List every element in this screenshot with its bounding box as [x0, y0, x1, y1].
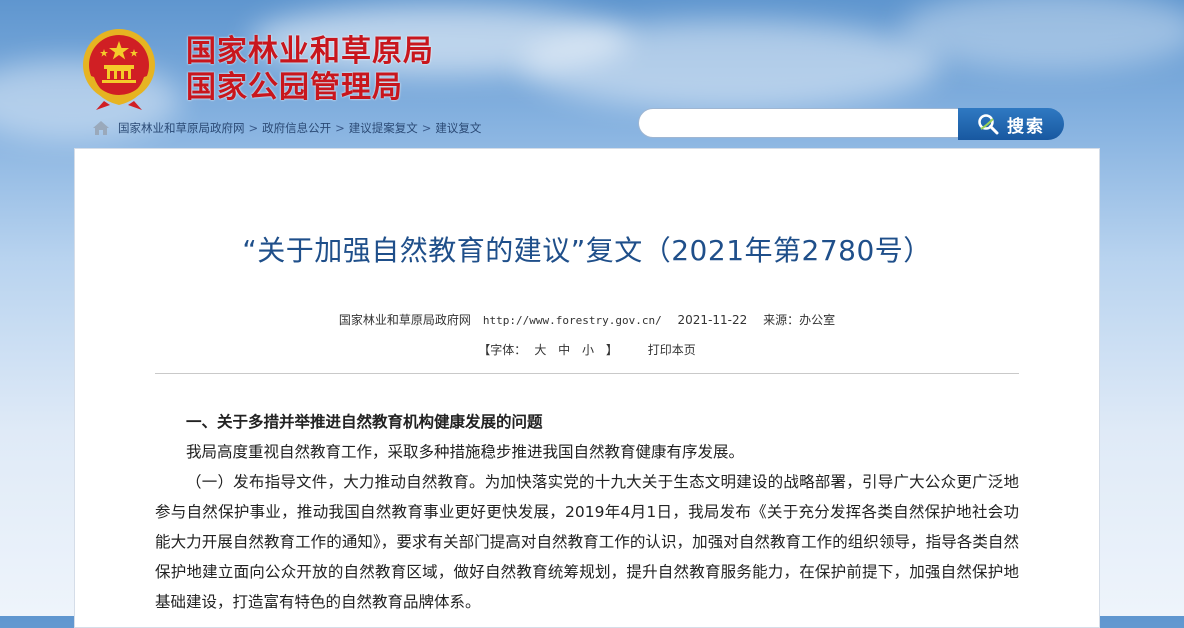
agency-name-line2: 国家公园管理局: [186, 70, 403, 105]
font-size-small-button[interactable]: 小: [582, 343, 594, 357]
breadcrumb: 国家林业和草原局政府网 > 政府信息公开 > 建议提案复文 > 建议复文: [92, 120, 481, 136]
article-paragraph: （一）发布指导文件，大力推动自然教育。为加快落实党的十九大关于生态文明建设的战略…: [155, 473, 1019, 611]
breadcrumb-separator: >: [421, 121, 432, 135]
home-icon[interactable]: [92, 120, 110, 136]
article-tools: 【字体： 大 中 小 】 打印本页: [75, 341, 1099, 358]
article-body: 一、关于多措并举推进自然教育机构健康发展的问题 我局高度重视自然教育工作，采取多…: [155, 407, 1019, 617]
article-panel: “关于加强自然教育的建议”复文（2021年第2780号） 国家林业和草原局政府网…: [74, 148, 1100, 628]
search-icon: [978, 114, 999, 135]
agency-name: 国家林业和草原局 国家公园管理局: [186, 34, 434, 106]
section-heading: 一、关于多措并举推进自然教育机构健康发展的问题: [186, 413, 543, 431]
article-source: 国家林业和草原局政府网: [338, 313, 471, 327]
national-emblem-icon: [83, 29, 155, 110]
breadcrumb-item-suggestion-replies[interactable]: 建议复文: [435, 120, 481, 136]
article-url: http://www.forestry.gov.cn/: [482, 314, 662, 327]
font-size-label-open: 【字体：: [478, 343, 527, 357]
print-page-button[interactable]: 打印本页: [648, 343, 696, 357]
breadcrumb-separator: >: [248, 121, 259, 135]
article-date: 2021-11-22: [677, 313, 748, 327]
article-paragraph: 我局高度重视自然教育工作，采取多种措施稳步推进我国自然教育健康有序发展。: [186, 443, 745, 461]
search-bar: 搜索: [638, 108, 1064, 140]
divider: [155, 373, 1019, 374]
breadcrumb-item-proposal-replies[interactable]: 建议提案复文: [349, 120, 418, 136]
article-meta: 国家林业和草原局政府网 http://www.forestry.gov.cn/ 2…: [75, 311, 1099, 328]
breadcrumb-separator: >: [335, 121, 345, 135]
search-button[interactable]: 搜索: [958, 108, 1064, 140]
agency-name-line1: 国家林业和草原局: [186, 34, 434, 69]
article-origin: 来源：办公室: [763, 313, 836, 327]
font-size-medium-button[interactable]: 中: [558, 343, 570, 357]
search-button-label: 搜索: [1007, 116, 1045, 137]
breadcrumb-item-info-public[interactable]: 政府信息公开: [262, 120, 331, 136]
font-size-label-close: 】: [605, 343, 618, 357]
search-input[interactable]: [638, 108, 985, 138]
breadcrumb-item-site[interactable]: 国家林业和草原局政府网: [118, 120, 245, 136]
article-title: “关于加强自然教育的建议”复文（2021年第2780号）: [242, 234, 932, 267]
font-size-large-button[interactable]: 大: [534, 343, 546, 357]
